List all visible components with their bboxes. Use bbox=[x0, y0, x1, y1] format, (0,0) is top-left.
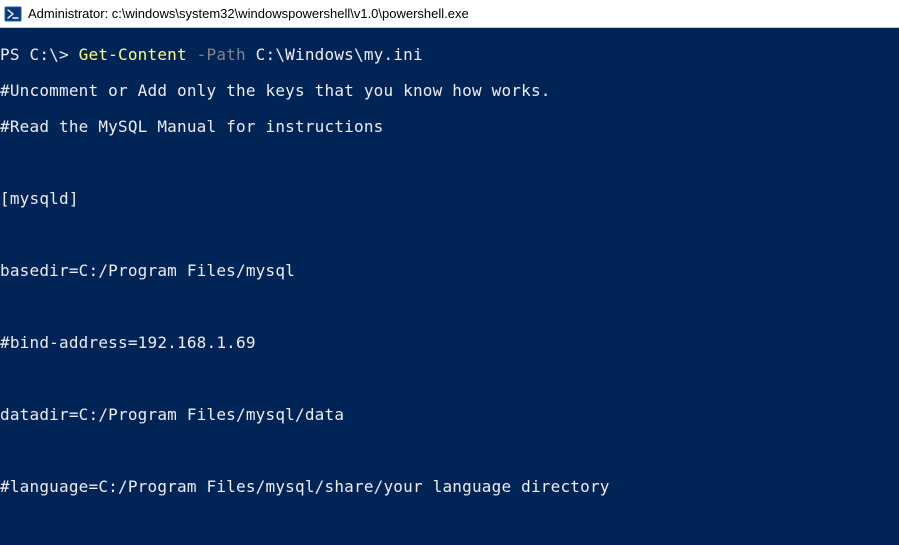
output-blank bbox=[0, 298, 899, 316]
output-blank bbox=[0, 226, 899, 244]
window-title: Administrator: c:\windows\system32\windo… bbox=[28, 6, 469, 21]
output-blank bbox=[0, 370, 899, 388]
path-value: C:\Windows\my.ini bbox=[256, 45, 423, 64]
output-line: datadir=C:/Program Files/mysql/data bbox=[0, 406, 899, 424]
output-line: #Read the MySQL Manual for instructions bbox=[0, 118, 899, 136]
titlebar[interactable]: Administrator: c:\windows\system32\windo… bbox=[0, 0, 899, 28]
output-blank bbox=[0, 442, 899, 460]
output-line: #Uncomment or Add only the keys that you… bbox=[0, 82, 899, 100]
cmdlet-get-content: Get-Content bbox=[79, 45, 197, 64]
terminal-area[interactable]: PS C:\> Get-Content -Path C:\Windows\my.… bbox=[0, 28, 899, 545]
powershell-icon bbox=[4, 5, 22, 23]
output-line: basedir=C:/Program Files/mysql bbox=[0, 262, 899, 280]
output-blank bbox=[0, 154, 899, 172]
output-blank bbox=[0, 514, 899, 532]
output-line: #language=C:/Program Files/mysql/share/y… bbox=[0, 478, 899, 496]
output-line: [mysqld] bbox=[0, 190, 899, 208]
output-line: #bind-address=192.168.1.69 bbox=[0, 334, 899, 352]
prompt: PS C:\> bbox=[0, 45, 79, 64]
param-path: -Path bbox=[197, 45, 256, 64]
